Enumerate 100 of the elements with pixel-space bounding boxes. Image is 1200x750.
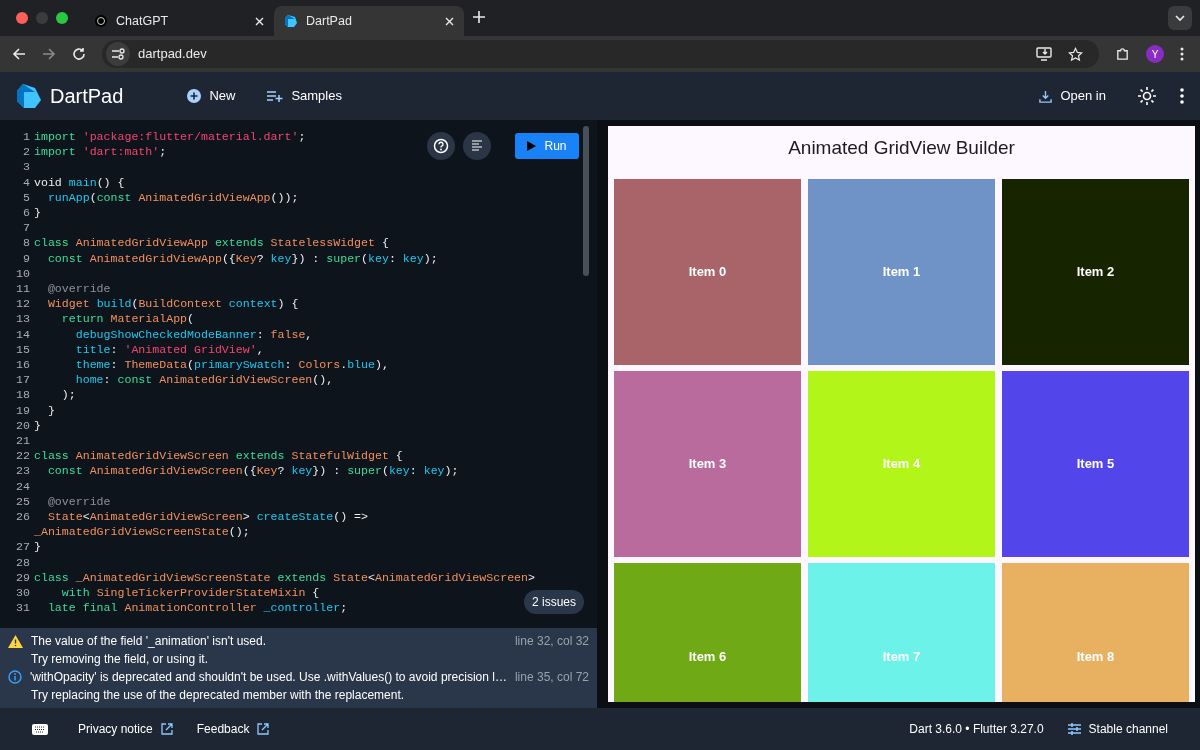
forward-icon[interactable] xyxy=(42,47,56,61)
zoom-window-dot[interactable] xyxy=(56,12,68,24)
line-number: 12 xyxy=(15,296,31,312)
external-link-icon xyxy=(257,723,270,735)
address-bar-url[interactable]: dartpad.dev xyxy=(138,44,207,64)
code-line: late final AnimationController _controller; xyxy=(46,600,348,616)
line-number: 29 xyxy=(15,569,31,586)
dart-logo-icon xyxy=(284,14,298,28)
code-line: import 'package:flutter/material.dart'; xyxy=(34,129,306,145)
line-number: 8 xyxy=(22,235,31,251)
external-link-icon xyxy=(160,723,173,735)
reload-icon[interactable] xyxy=(72,47,86,61)
issue-message[interactable]: 'withOpacity' is deprecated and shouldn't be used. Use .withValues() to avoid precision l… xyxy=(30,668,507,686)
bookmark-star-icon[interactable] xyxy=(1068,46,1083,62)
minimize-window-dot[interactable] xyxy=(36,12,48,24)
extensions-icon[interactable] xyxy=(1115,46,1130,62)
line-number: 25 xyxy=(15,493,31,510)
tab-list-icon[interactable] xyxy=(1168,6,1192,30)
line-number: 2 xyxy=(22,144,31,160)
code-line: const AnimatedGridViewApp({Key? key}) : super(key: key); xyxy=(46,250,438,266)
line-number: 20 xyxy=(15,417,31,434)
code-line: class AnimatedGridViewScreen extends StatefulWidget { xyxy=(34,448,403,464)
install-app-icon[interactable] xyxy=(1036,47,1052,61)
line-number: 30 xyxy=(15,585,31,601)
code-line: return MaterialApp( xyxy=(60,311,195,327)
preview-app-title: Animated GridView Builder xyxy=(788,136,1015,161)
line-number: 10 xyxy=(15,265,31,282)
grid-tile: Item 3 xyxy=(614,371,801,557)
line-number: 6 xyxy=(22,205,31,221)
code-line: Widget build(BuildContext context) { xyxy=(46,296,299,312)
profile-avatar[interactable]: Y xyxy=(1146,45,1164,63)
code-line: } xyxy=(34,205,41,221)
tab-title: DartPad xyxy=(306,12,352,30)
code-line: State<AnimatedGridViewScreen> createState() => xyxy=(46,509,368,525)
privacy-notice-link[interactable]: Privacy notice xyxy=(78,720,173,738)
close-tab-icon[interactable] xyxy=(445,16,454,26)
new-tab-icon[interactable] xyxy=(472,10,486,24)
code-line: _AnimatedGridViewScreenState(); xyxy=(34,524,250,540)
channel-selector[interactable]: Stable channel xyxy=(1088,720,1168,738)
back-icon[interactable] xyxy=(12,47,26,61)
add-circle-icon xyxy=(187,89,202,103)
line-number: 21 xyxy=(15,433,31,449)
code-line: import 'dart:math'; xyxy=(34,144,167,160)
line-number: 19 xyxy=(15,402,31,418)
format-button[interactable] xyxy=(463,132,491,160)
close-tab-icon[interactable] xyxy=(255,16,264,26)
issue-location: line 35, col 72 xyxy=(514,669,589,686)
scrollbar-thumb[interactable] xyxy=(583,126,589,276)
info-icon xyxy=(8,670,22,684)
line-number: 4 xyxy=(22,174,31,190)
close-window-dot[interactable] xyxy=(16,12,28,24)
line-number: 28 xyxy=(15,554,31,570)
code-line: @override xyxy=(46,281,111,297)
download-icon xyxy=(1039,89,1053,103)
browser-tab[interactable]: ChatGPT xyxy=(84,6,274,36)
run-button[interactable]: Run xyxy=(515,133,579,159)
issues-count-badge[interactable]: 2 issues xyxy=(523,590,584,614)
site-settings-icon[interactable] xyxy=(106,42,130,66)
theme-toggle-icon[interactable] xyxy=(1138,87,1156,105)
channel-settings-icon[interactable] xyxy=(1067,723,1081,735)
grid-tile: Item 6 xyxy=(614,563,801,702)
line-number: 11 xyxy=(15,281,31,297)
open-in-button[interactable]: Open in xyxy=(1031,82,1114,110)
grid-tile: Item 2 xyxy=(1002,179,1189,365)
new-button[interactable]: New xyxy=(179,82,244,110)
issue-message[interactable]: The value of the field '_animation' isn't used. xyxy=(31,632,266,650)
grid-tile: Item 1 xyxy=(808,179,995,365)
code-line: ); xyxy=(60,387,76,403)
dart-logo-icon xyxy=(16,83,42,109)
grid-tile: Item 8 xyxy=(1002,563,1189,702)
line-number: 5 xyxy=(22,189,31,205)
chat-logo-icon xyxy=(94,14,108,28)
code-line: } xyxy=(46,402,55,418)
line-number: 24 xyxy=(15,478,31,494)
warning-icon xyxy=(8,634,23,648)
version-info: Dart 3.6.0 • Flutter 3.27.0 xyxy=(909,721,1044,738)
samples-button[interactable]: Samples xyxy=(259,82,350,110)
browser-tab[interactable]: DartPad xyxy=(274,6,464,36)
line-number: 13 xyxy=(15,311,31,327)
line-number: 22 xyxy=(15,448,31,464)
code-line: } xyxy=(34,539,41,555)
code-line: title: 'Animated GridView', xyxy=(74,341,264,358)
line-number: 1 xyxy=(22,129,31,145)
line-number: 3 xyxy=(22,159,31,175)
line-number: 26 xyxy=(15,509,31,525)
line-number: 27 xyxy=(15,539,31,555)
code-line: @override xyxy=(46,493,111,510)
code-line: void main() { xyxy=(34,174,125,190)
grid-tile: Item 5 xyxy=(1002,371,1189,557)
line-number: 14 xyxy=(15,326,31,342)
code-line: class _AnimatedGridViewScreenState extends State<AnimatedGridViewScreen> xyxy=(34,569,535,586)
app-menu-icon[interactable] xyxy=(1180,88,1184,104)
browser-menu-icon[interactable] xyxy=(1180,47,1184,61)
code-line: runApp(const AnimatedGridViewApp()); xyxy=(46,189,299,205)
help-button[interactable] xyxy=(427,132,455,160)
line-number: 15 xyxy=(15,341,31,358)
issue-location: line 32, col 32 xyxy=(514,633,589,650)
keyboard-icon[interactable] xyxy=(32,723,48,735)
grid-tile: Item 0 xyxy=(614,179,801,365)
feedback-link[interactable]: Feedback xyxy=(196,720,270,738)
